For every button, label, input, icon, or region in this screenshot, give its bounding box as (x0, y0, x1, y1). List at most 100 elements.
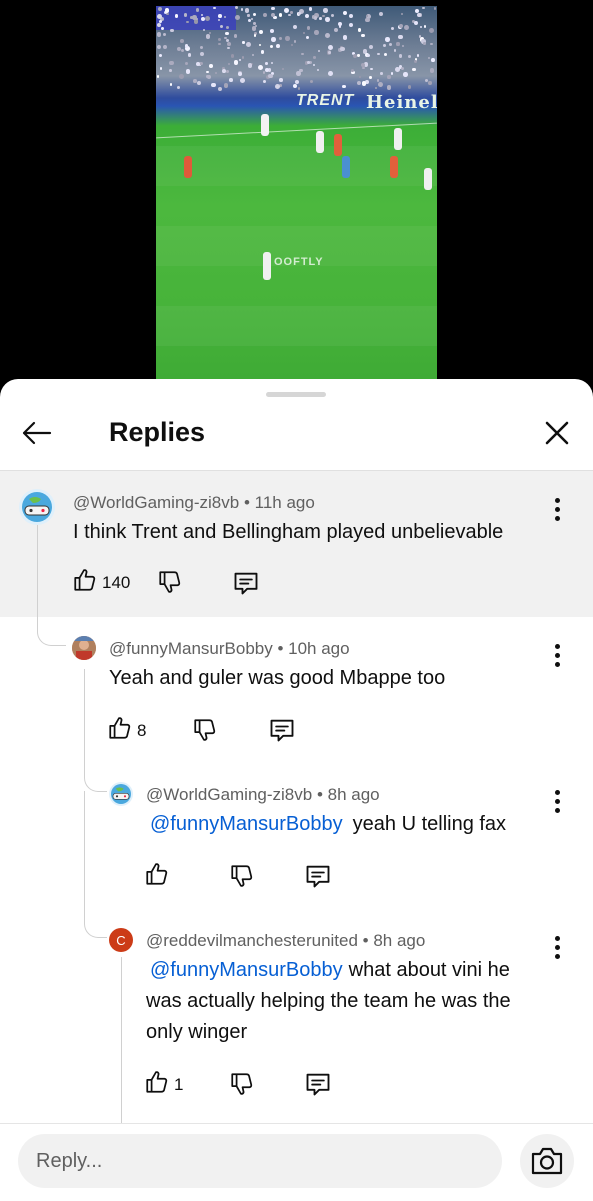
comment-author[interactable]: @reddevilmanchesterunited (146, 931, 358, 950)
more-options-icon[interactable] (554, 936, 560, 959)
reply-icon[interactable] (304, 1070, 332, 1103)
player (342, 156, 350, 178)
avatar[interactable] (19, 489, 55, 525)
crowd-dot (251, 53, 254, 56)
crowd-dot (156, 31, 162, 37)
comment-time: 8h ago (373, 931, 426, 950)
crowd-dot (284, 7, 290, 13)
like-icon[interactable] (144, 861, 170, 892)
crowd-dot (415, 8, 420, 13)
reply-icon[interactable] (268, 716, 296, 749)
reply-icon[interactable] (304, 862, 332, 895)
avatar[interactable] (72, 636, 96, 660)
avatar[interactable] (109, 782, 133, 806)
crowd-dot (302, 31, 306, 35)
crowd-dot (270, 29, 274, 34)
mention-link[interactable]: @funnyMansurBobby (150, 959, 343, 981)
crowd-dot (390, 26, 395, 31)
comment-author[interactable]: @WorldGaming-zi8vb (73, 493, 239, 512)
crowd-dot (338, 21, 342, 26)
crowd-dot (218, 37, 222, 42)
comment-actions: 1 (144, 1069, 183, 1100)
thread-connector (37, 625, 66, 646)
more-options-icon[interactable] (554, 644, 560, 667)
crowd-dot (168, 68, 172, 72)
video-player[interactable]: TRENT Heinel OOFTLY (0, 0, 593, 400)
reply-icon[interactable] (232, 569, 260, 602)
crowd-dot (282, 68, 285, 71)
crowd-dot (408, 55, 412, 59)
comment-author[interactable]: @funnyMansurBobby (109, 639, 273, 658)
crowd-dot (431, 58, 435, 62)
more-options-icon[interactable] (554, 790, 560, 813)
crowd-dot (229, 78, 233, 82)
crowd-dot (398, 54, 402, 58)
comment-time: 8h ago (327, 785, 380, 804)
crowd-dot (328, 50, 332, 54)
camera-icon[interactable] (520, 1134, 574, 1188)
dislike-icon[interactable] (229, 1071, 255, 1102)
more-options-icon[interactable] (554, 498, 560, 521)
crowd-dot (314, 29, 319, 35)
crowd-dot (400, 12, 404, 15)
crowd-dot (238, 72, 242, 77)
crowd-dot (265, 62, 269, 65)
crowd-dot (268, 73, 273, 79)
crowd-dot (412, 67, 416, 71)
crowd-dot (305, 14, 310, 19)
like-icon[interactable] (72, 567, 98, 598)
mention-link[interactable]: @funnyMansurBobby (150, 813, 343, 835)
avatar[interactable]: C (109, 928, 133, 952)
dislike-icon[interactable] (229, 863, 255, 894)
crowd-dot (414, 60, 418, 64)
globe-controller-avatar-icon (111, 784, 131, 804)
crowd-dot (306, 26, 310, 30)
crowd-dot (225, 25, 229, 29)
crowd-dot (377, 52, 380, 56)
crowd-dot (322, 14, 325, 18)
crowd-dot (202, 28, 205, 32)
crowd-dot (218, 14, 222, 18)
crowd-dot (274, 84, 280, 90)
crowd-dot (297, 12, 301, 16)
like-icon[interactable] (144, 1069, 170, 1100)
crowd-dot (278, 37, 282, 41)
close-icon[interactable] (538, 415, 576, 451)
crowd-dot (296, 71, 301, 77)
crowd-dot (223, 83, 229, 88)
crowd-dot (238, 58, 241, 62)
crowd-dot (416, 54, 420, 57)
crowd-dot (185, 62, 189, 66)
crowd-dot (169, 83, 173, 86)
crowd-dot (264, 67, 269, 72)
crowd-dot (365, 17, 371, 23)
crowd-dot (401, 44, 405, 48)
comment-text: @funnyMansurBobby what about vini he was … (146, 955, 546, 1048)
crowd-dot (323, 8, 328, 13)
reply-composer (0, 1123, 593, 1201)
dislike-icon[interactable] (192, 717, 218, 748)
crowd-dot (235, 14, 241, 20)
crowd-dot (242, 41, 245, 44)
crowd-dot (218, 86, 223, 91)
crowd-dot (200, 16, 205, 22)
crowd-dot (398, 23, 403, 28)
crowd-dot (209, 64, 213, 68)
crowd-dot (317, 50, 321, 53)
crowd-dot (370, 67, 373, 71)
crowd-dot (324, 17, 330, 23)
back-arrow-icon[interactable] (18, 415, 56, 451)
dislike-icon[interactable] (157, 569, 183, 600)
crowd-dot (390, 72, 394, 75)
crowd-dot (170, 28, 174, 33)
crowd-dot (240, 78, 246, 84)
drag-handle[interactable] (266, 392, 326, 397)
reply-input[interactable] (18, 1134, 502, 1188)
crowd-dot (262, 71, 265, 74)
crowd-dot (156, 45, 161, 50)
video-frame: TRENT Heinel OOFTLY (156, 6, 437, 386)
comment-author[interactable]: @WorldGaming-zi8vb (146, 785, 312, 804)
like-icon[interactable] (107, 715, 133, 746)
crowd-dot (159, 67, 162, 70)
crowd-dot (297, 87, 301, 90)
